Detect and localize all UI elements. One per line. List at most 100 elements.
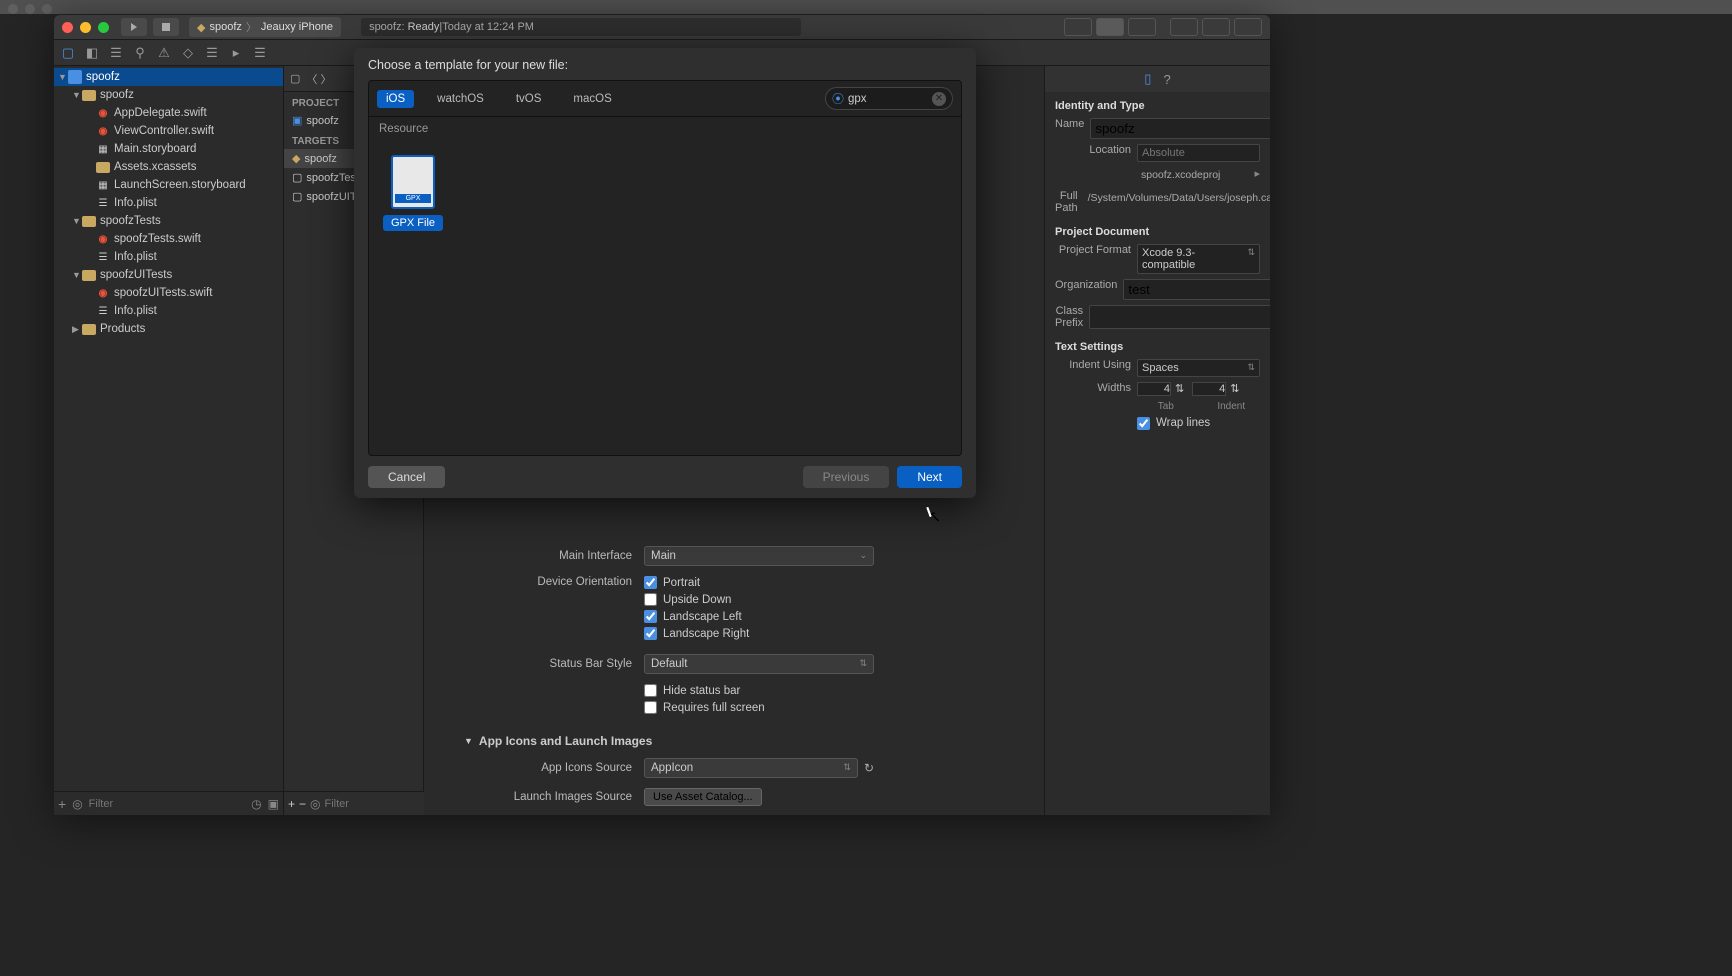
chevron-updown-icon: ⇅ <box>843 762 851 774</box>
outline-toggle-icon[interactable]: ▢ <box>290 72 300 85</box>
app-icons-section-header[interactable]: ▼App Icons and Launch Images <box>464 734 1004 748</box>
wrap-lines-checkbox[interactable]: Wrap lines <box>1137 417 1210 430</box>
file-inspector-icon[interactable]: ▯ <box>1144 71 1151 87</box>
run-button[interactable] <box>121 18 147 36</box>
location-select[interactable]: Absolute <box>1137 144 1260 162</box>
minimize-icon[interactable] <box>80 22 91 33</box>
tree-group[interactable]: ▶Products <box>54 320 283 338</box>
project-format-select[interactable]: Xcode 9.3-compatible⇅ <box>1137 244 1260 274</box>
requires-full-screen-checkbox[interactable]: Requires full screen <box>644 701 874 714</box>
zoom-icon[interactable] <box>98 22 109 33</box>
issue-nav-icon[interactable]: ⚠ <box>156 45 172 61</box>
plist-icon: ☰ <box>96 196 110 210</box>
tree-file[interactable]: ◉spoofzUITests.swift <box>54 284 283 302</box>
scm-status-icon[interactable]: ▣ <box>268 797 279 811</box>
app-icons-source-select[interactable]: AppIcon⇅ <box>644 758 858 778</box>
scheme-device: Jeauxy iPhone <box>261 21 333 33</box>
reload-icon[interactable]: ↻ <box>864 761 874 775</box>
tree-label: spoofz <box>100 89 134 101</box>
tree-file[interactable]: ☰Info.plist <box>54 194 283 212</box>
status-project: spoofz: <box>369 21 404 33</box>
tree-group[interactable]: ▼spoofzTests <box>54 212 283 230</box>
standard-editor-button[interactable] <box>1064 18 1092 36</box>
cancel-button[interactable]: Cancel <box>368 466 445 488</box>
close-icon[interactable] <box>62 22 73 33</box>
toggle-navigator-button[interactable] <box>1170 18 1198 36</box>
project-nav-icon[interactable]: ▢ <box>60 45 76 61</box>
template-gpx-file[interactable]: GPX File <box>383 155 443 231</box>
tree-file[interactable]: ◉AppDelegate.swift <box>54 104 283 122</box>
template-search-input[interactable] <box>848 93 928 105</box>
previous-button[interactable]: Previous <box>803 466 890 488</box>
tree-file[interactable]: ☰Info.plist <box>54 302 283 320</box>
folder-picker-icon[interactable]: ▸ <box>1254 167 1260 185</box>
tree-label: AppDelegate.swift <box>114 107 207 119</box>
tree-file[interactable]: ▦LaunchScreen.storyboard <box>54 176 283 194</box>
orientation-portrait[interactable]: Portrait <box>644 576 874 589</box>
tree-group[interactable]: ▼spoofz <box>54 86 283 104</box>
orientation-landscape-right[interactable]: Landscape Right <box>644 627 874 640</box>
tab-tvos[interactable]: tvOS <box>507 90 551 108</box>
tree-label: Assets.xcassets <box>114 161 196 173</box>
assets-icon <box>96 162 110 173</box>
breakpoint-nav-icon[interactable]: ▸ <box>228 45 244 61</box>
navigator-filter-input[interactable] <box>89 798 246 810</box>
tree-label: Main.storyboard <box>114 143 196 155</box>
assistant-editor-button[interactable] <box>1096 18 1124 36</box>
tree-file[interactable]: ◉ViewController.swift <box>54 122 283 140</box>
tab-ios[interactable]: iOS <box>377 90 414 108</box>
remove-target-button[interactable]: − <box>299 797 306 811</box>
clear-search-button[interactable]: ✕ <box>932 92 946 106</box>
version-editor-button[interactable] <box>1128 18 1156 36</box>
clock-icon[interactable]: ◷ <box>251 797 261 811</box>
stop-button[interactable] <box>153 18 179 36</box>
symbol-nav-icon[interactable]: ☰ <box>108 45 124 61</box>
add-button[interactable]: + <box>58 796 66 812</box>
hide-status-bar-checkbox[interactable]: Hide status bar <box>644 684 874 697</box>
filter-scope-icon[interactable]: ◎ <box>72 797 82 811</box>
xcodeproj-icon <box>68 70 82 84</box>
tree-group[interactable]: ▼spoofzUITests <box>54 266 283 284</box>
source-control-nav-icon[interactable]: ◧ <box>84 45 100 61</box>
indent-width-stepper[interactable]: ⇅ <box>1192 382 1239 396</box>
indent-using-select[interactable]: Spaces⇅ <box>1137 359 1260 377</box>
toggle-debug-button[interactable] <box>1202 18 1230 36</box>
organization-field[interactable] <box>1123 279 1270 300</box>
tab-sublabel: Tab <box>1137 401 1195 412</box>
add-target-button[interactable]: + <box>288 797 295 811</box>
test-nav-icon[interactable]: ◇ <box>180 45 196 61</box>
project-document-header: Project Document <box>1055 226 1260 238</box>
report-nav-icon[interactable]: ☰ <box>252 45 268 61</box>
statusbar-style-select[interactable]: Default⇅ <box>644 654 874 674</box>
toggle-inspector-button[interactable] <box>1234 18 1262 36</box>
orientation-upside-down[interactable]: Upside Down <box>644 593 874 606</box>
name-field[interactable] <box>1090 118 1270 139</box>
tab-macos[interactable]: macOS <box>564 90 620 108</box>
status-state: Ready <box>408 21 440 33</box>
main-interface-select[interactable]: Main⌄ <box>644 546 874 566</box>
stepper-icon[interactable]: ⇅ <box>1175 382 1184 395</box>
filter-icon[interactable]: ◎ <box>310 797 320 811</box>
orientation-landscape-left[interactable]: Landscape Left <box>644 610 874 623</box>
next-button[interactable]: Next <box>897 466 962 488</box>
find-nav-icon[interactable]: ⚲ <box>132 45 148 61</box>
tree-label: Info.plist <box>114 305 157 317</box>
stepper-icon[interactable]: ⇅ <box>1230 382 1239 395</box>
debug-nav-icon[interactable]: ☰ <box>204 45 220 61</box>
browser-chrome <box>0 0 1732 14</box>
tree-label: Products <box>100 323 145 335</box>
tab-width-stepper[interactable]: ⇅ <box>1137 382 1184 396</box>
scheme-selector[interactable]: ◆ spoofz 〉 Jeauxy iPhone <box>189 17 341 37</box>
use-asset-catalog-button[interactable]: Use Asset Catalog... <box>644 788 762 806</box>
project-root[interactable]: ▼ spoofz <box>54 68 283 86</box>
tree-file[interactable]: ▦Main.storyboard <box>54 140 283 158</box>
template-search[interactable]: ⦿ ✕ <box>825 87 953 110</box>
tree-label: LaunchScreen.storyboard <box>114 179 246 191</box>
tab-watchos[interactable]: watchOS <box>428 90 493 108</box>
tree-file[interactable]: Assets.xcassets <box>54 158 283 176</box>
tree-file[interactable]: ◉spoofzTests.swift <box>54 230 283 248</box>
traffic-lights[interactable] <box>62 22 109 33</box>
tree-file[interactable]: ☰Info.plist <box>54 248 283 266</box>
quick-help-icon[interactable]: ? <box>1163 72 1170 87</box>
class-prefix-field[interactable] <box>1089 305 1270 329</box>
